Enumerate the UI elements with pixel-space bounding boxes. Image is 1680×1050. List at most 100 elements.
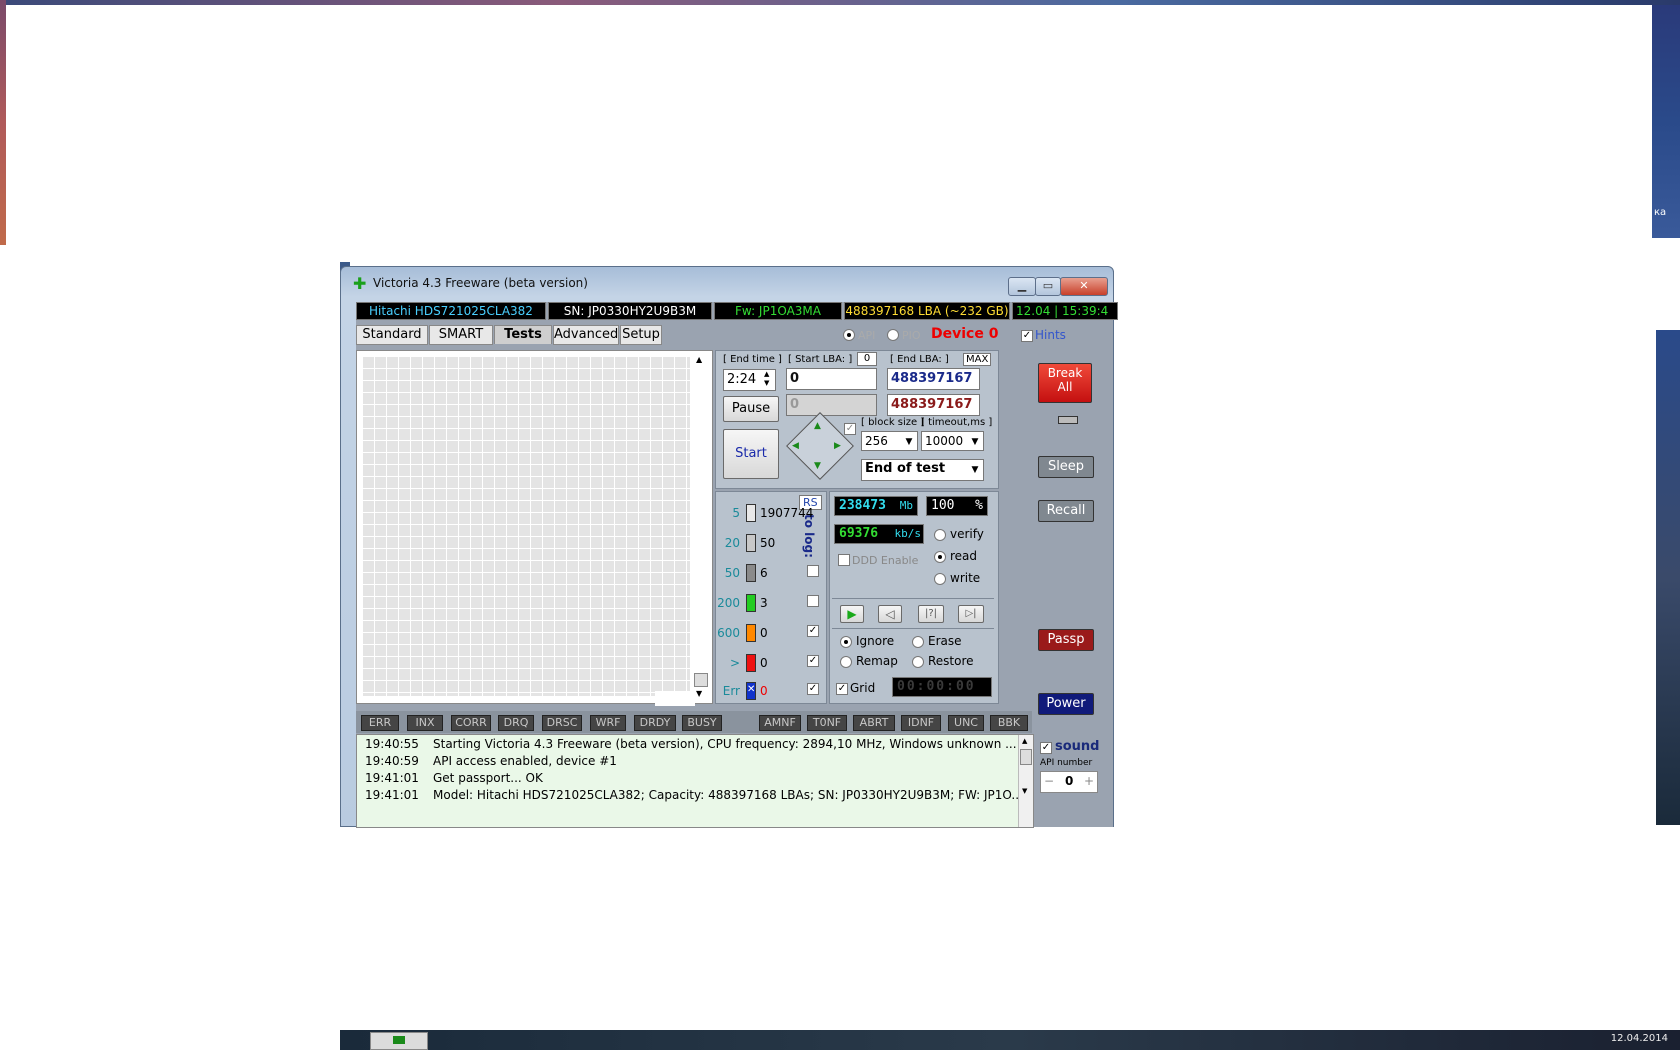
start-lba-label: [ Start LBA: ] [788,354,853,365]
stat-row-600ms: 600 0 [716,622,811,644]
log-over-checkbox[interactable]: ✓ [807,655,819,667]
flag-inx: INX [407,715,443,731]
plus-icon[interactable]: + [1084,774,1094,788]
stat-color-bar [746,564,756,582]
grid-checkbox[interactable]: ✓ [836,683,848,695]
end-time-spinner-icon[interactable]: ▲ ▼ [764,370,769,388]
api-label: API [858,329,876,342]
remap-radio[interactable] [840,656,852,668]
start-lba-small-field[interactable]: 0 [857,352,877,366]
end-time-label: [ End time ] [723,354,782,365]
flag-drq: DRQ [498,715,534,731]
start-lba-field[interactable]: 0 [786,368,877,390]
scroll-up-arrow-icon[interactable]: ▲ [696,355,702,364]
scroll-up-arrow-icon[interactable]: ▲ [1022,737,1027,745]
end-lba-max-button[interactable]: MAX [963,353,992,366]
grid-scrollbar[interactable]: ▲ ▼ [693,353,709,699]
stat-row-50ms: 50 6 [716,562,811,584]
minus-icon[interactable]: − [1044,774,1054,788]
log-50ms-checkbox[interactable] [807,565,819,577]
direction-checkbox[interactable]: ✓ [844,423,856,435]
scan-grid [362,356,690,696]
tab-smart[interactable]: SMART [429,325,493,345]
start-button[interactable]: Start [723,429,779,479]
taskbar-button-victoria[interactable] [370,1032,428,1050]
end-action-dropdown[interactable]: End of test ▼ [861,459,984,481]
close-button[interactable]: ✕ [1060,277,1108,296]
scroll-down-arrow-icon[interactable]: ▼ [696,689,702,698]
percent-unit: % [975,498,983,513]
skip-question-icon[interactable]: |?| [918,605,944,623]
arrow-left-icon[interactable]: ◀ [792,441,799,451]
api-radio[interactable] [843,329,855,341]
maximize-button[interactable]: ▭ [1035,277,1061,296]
read-radio[interactable] [934,551,946,563]
power-button[interactable]: Power [1038,693,1094,715]
log-message: API access enabled, device #1 [433,754,617,768]
ignore-label: Ignore [856,634,895,648]
passp-button[interactable]: Passp [1038,629,1094,651]
end-icon[interactable]: ▷| [958,605,984,623]
pause-button[interactable]: Pause [723,396,779,422]
ignore-radio[interactable] [840,636,852,648]
flag-t0nf: T0NF [807,715,847,731]
elapsed-timer: 00:00:00 [892,677,992,697]
api-number-stepper[interactable]: − 0 + [1040,771,1098,793]
event-log[interactable]: 19:40:55 Starting Victoria 4.3 Freeware (… [356,734,1034,828]
stat-count: 0 [760,684,768,698]
sleep-button[interactable]: Sleep [1038,456,1094,478]
play-icon[interactable]: ▶ [840,605,864,623]
ddd-enable-checkbox[interactable] [838,554,850,566]
end-lba-field[interactable]: 488397167 [887,368,980,390]
log-600ms-checkbox[interactable]: ✓ [807,625,819,637]
write-radio[interactable] [934,573,946,585]
tab-tests[interactable]: Tests [494,325,552,344]
hints-checkbox[interactable]: ✓ [1021,330,1033,342]
flag-wrf: WRF [590,715,626,731]
log-200ms-checkbox[interactable] [807,595,819,607]
title-bar[interactable]: ✚ Victoria 4.3 Freeware (beta version) ▁… [351,273,1108,296]
sound-panel: ✓ sound API number − 0 + [1038,738,1108,794]
chevron-down-icon: ▼ [971,465,979,475]
stat-row-5ms: 5 1907744 [716,502,813,524]
recall-button[interactable]: Recall [1038,500,1094,522]
log-scroll-thumb[interactable] [1020,749,1032,765]
log-err-checkbox[interactable]: ✓ [807,683,819,695]
restore-label: Restore [928,654,974,668]
verify-radio[interactable] [934,529,946,541]
tab-standard[interactable]: Standard [356,325,428,345]
pio-radio[interactable] [887,329,899,341]
erase-radio[interactable] [912,636,924,648]
speed-value: 69376 [839,526,879,541]
timeout-dropdown[interactable]: 10000 ▼ [921,431,984,451]
stat-count: 50 [760,536,776,550]
stat-count: 0 [760,656,768,670]
log-scrollbar[interactable]: ▲ ▼ [1018,735,1033,827]
arrow-up-icon[interactable]: ▲ [814,421,821,431]
back-icon[interactable]: ◁ [878,605,902,623]
sound-checkbox[interactable]: ✓ [1040,742,1052,754]
grid-scroll-thumb[interactable] [694,673,708,687]
stat-row-200ms: 200 3 [716,592,811,614]
device-label: Device 0 [931,326,999,342]
tab-advanced[interactable]: Advanced [553,325,619,345]
log-time: 19:40:59 [365,754,419,768]
break-all-button[interactable]: Break All [1038,363,1092,403]
arrow-down-icon[interactable]: ▼ [814,461,821,471]
restore-radio[interactable] [912,656,924,668]
stat-ms: 600 [717,626,740,640]
log-time: 19:41:01 [365,788,419,802]
arrow-right-icon[interactable]: ▶ [834,441,841,451]
flag-idnf: IDNF [901,715,941,731]
stat-ms: 50 [724,566,740,580]
stat-color-bar [746,504,756,522]
scroll-down-arrow-icon[interactable]: ▼ [1022,787,1027,795]
stat-color-bar [746,594,756,612]
playback-buttons: ▶ ◁ |?| ▷| [832,598,994,625]
test-settings-panel: [ End time ] 2:24 ▲ ▼ [ Start LBA: ] 0 0 … [715,350,999,489]
error-action-group: Ignore Erase Remap Restore [832,628,994,673]
minimize-button[interactable]: ▁ [1008,277,1036,296]
hints-label: Hints [1035,328,1066,342]
tab-setup[interactable]: Setup [620,325,662,345]
block-size-dropdown[interactable]: 256 ▼ [861,431,918,451]
